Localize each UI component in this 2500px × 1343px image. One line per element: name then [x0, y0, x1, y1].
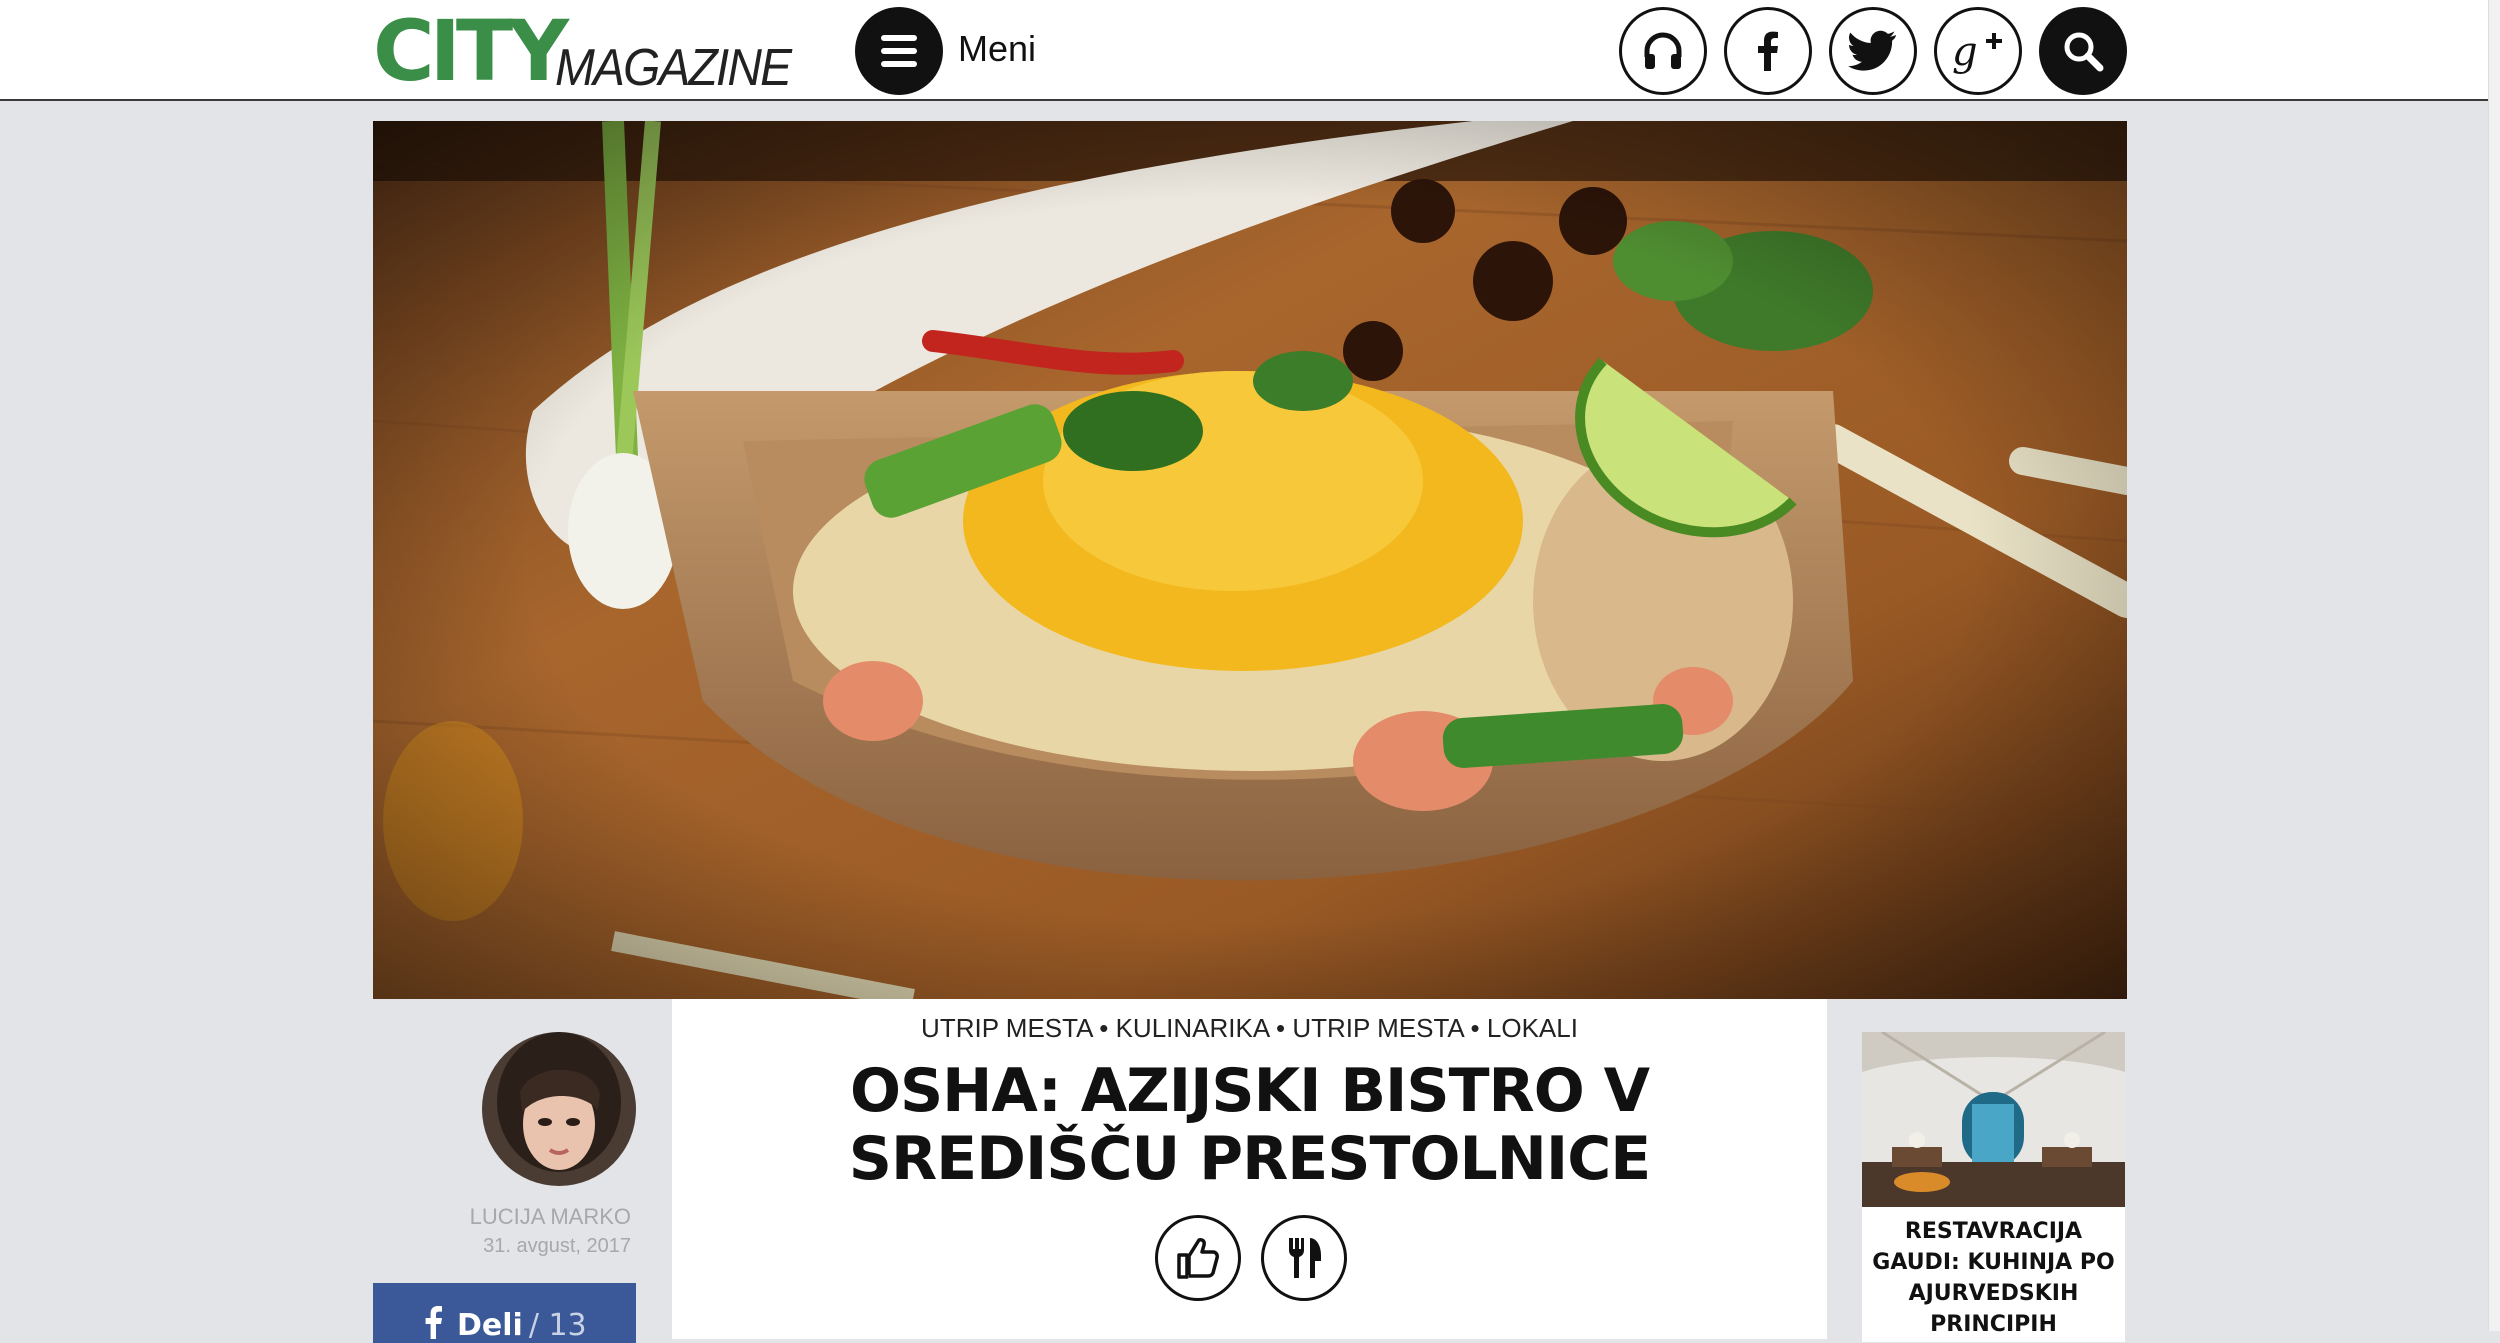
hamburger-icon-bar [881, 48, 917, 54]
thumbs-up-icon [1177, 1238, 1219, 1279]
food-category-button[interactable] [1261, 1215, 1347, 1301]
category-separator: • [1470, 1013, 1480, 1043]
logo-city-text: CITY [373, 2, 569, 100]
google-plus-icon: g [1952, 29, 2002, 75]
author-name[interactable]: LUCIJA MARKO [373, 1203, 631, 1231]
share-label: Deli [457, 1308, 523, 1343]
site-header: CITY MAGAZINE Meni g [0, 0, 2500, 101]
menu-button[interactable] [855, 7, 943, 95]
related-article-card[interactable]: RESTAVRACIJA GAUDI: KUHINJA PO AJURVEDSK… [1862, 1032, 2125, 1342]
publish-date: 31. avgust, 2017 [483, 1235, 631, 1257]
site-logo[interactable]: CITY MAGAZINE [373, 6, 823, 96]
article-title: OSHA: AZIJSKI BISTRO V SREDIŠČU PRESTOLN… [672, 1057, 1827, 1193]
author-portrait [482, 1032, 636, 1186]
page-scrollbar[interactable] [2488, 0, 2500, 1331]
category-link[interactable]: LOKALI [1487, 1013, 1578, 1043]
menu-label[interactable]: Meni [958, 26, 1036, 72]
restaurant-interior-photo [1862, 1032, 2125, 1207]
podcast-button[interactable] [1619, 7, 1707, 95]
author-avatar[interactable] [482, 1032, 636, 1186]
hamburger-icon-bar [881, 61, 917, 67]
facebook-icon [425, 1306, 442, 1339]
like-category-button[interactable] [1155, 1215, 1241, 1301]
twitter-icon [1848, 30, 1896, 71]
category-link[interactable]: UTRIP MESTA [1292, 1013, 1463, 1043]
headphones-icon [1644, 32, 1682, 69]
svg-text:g: g [1952, 29, 1978, 75]
search-icon [2064, 32, 2104, 72]
category-separator: • [1099, 1013, 1109, 1043]
twitter-button[interactable] [1829, 7, 1917, 95]
share-count: / 13 [528, 1308, 587, 1343]
hero-food-photo [373, 121, 2127, 999]
share-button-content: Deli/ 13 [423, 1305, 587, 1343]
logo-magazine-text: MAGAZINE [555, 39, 792, 97]
category-link[interactable]: UTRIP MESTA [921, 1013, 1092, 1043]
related-article-image [1862, 1032, 2125, 1207]
article-title-line: SREDIŠČU PRESTOLNICE [848, 1124, 1651, 1194]
facebook-share-button[interactable]: Deli/ 13 [373, 1283, 636, 1343]
search-button[interactable] [2039, 7, 2127, 95]
category-separator: • [1276, 1013, 1286, 1043]
hamburger-icon [881, 35, 917, 41]
google-plus-button[interactable]: g [1934, 7, 2022, 95]
category-link[interactable]: KULINARIKA [1116, 1013, 1269, 1043]
article-header: UTRIP MESTA • KULINARIKA • UTRIP MESTA •… [672, 999, 1827, 1339]
fork-knife-icon [1289, 1238, 1321, 1278]
facebook-icon [1758, 31, 1778, 72]
category-list: UTRIP MESTA • KULINARIKA • UTRIP MESTA •… [672, 1011, 1827, 1045]
article-title-line: OSHA: AZIJSKI BISTRO V [849, 1056, 1650, 1126]
facebook-button[interactable] [1724, 7, 1812, 95]
related-article-title[interactable]: RESTAVRACIJA GAUDI: KUHINJA PO AJURVEDSK… [1868, 1216, 2119, 1340]
hero-image [373, 121, 2127, 999]
